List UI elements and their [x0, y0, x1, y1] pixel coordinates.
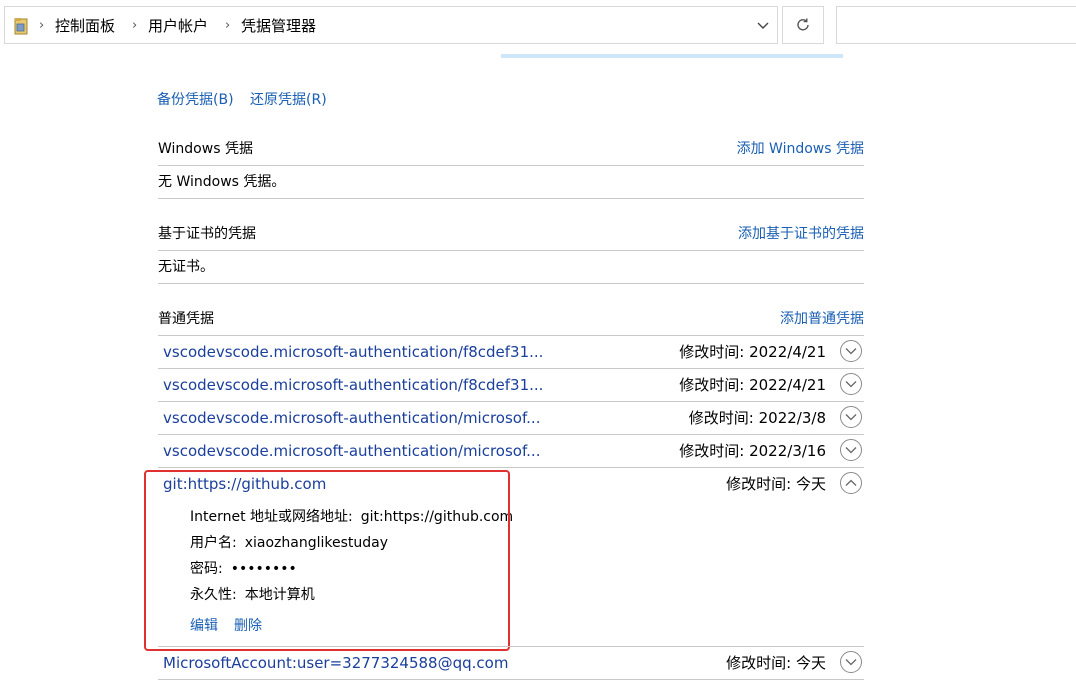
section-title: Windows 凭据: [158, 141, 253, 157]
credential-modified: 修改时间: 2022/3/16: [679, 442, 826, 460]
restore-credentials-link[interactable]: 还原凭据(R): [250, 91, 327, 109]
credential-name[interactable]: vscodevscode.microsoft-authentication/mi…: [163, 441, 540, 461]
expand-icon: [845, 348, 857, 355]
chevron-right-icon: ›: [132, 18, 138, 33]
folder-icon: [14, 18, 28, 35]
breadcrumb-user-accounts[interactable]: 用户帐户: [148, 17, 208, 35]
backup-credentials-link[interactable]: 备份凭据(B): [157, 91, 234, 109]
credential-modified: 修改时间: 今天: [726, 475, 826, 493]
credential-modified: 修改时间: 今天: [726, 654, 826, 672]
windows-credentials-empty: 无 Windows 凭据。: [158, 174, 286, 190]
scroll-remnant-bar: [501, 54, 843, 58]
credential-name[interactable]: vscodevscode.microsoft-authentication/f8…: [163, 342, 543, 362]
refresh-button[interactable]: [782, 6, 824, 44]
add-generic-credential-link[interactable]: 添加普通凭据: [780, 309, 864, 329]
collapse-icon: [845, 479, 857, 486]
add-certificate-credential-link[interactable]: 添加基于证书的凭据: [738, 224, 864, 244]
credential-row[interactable]: vscodevscode.microsoft-authentication/f8…: [158, 336, 864, 368]
generic-credentials-header: 普通凭据 添加普通凭据: [158, 309, 864, 329]
section-title: 基于证书的凭据: [158, 226, 256, 242]
expand-icon: [845, 381, 857, 388]
address-history-dropdown[interactable]: [748, 14, 778, 38]
credential-name[interactable]: vscodevscode.microsoft-authentication/mi…: [163, 408, 540, 428]
credential-row[interactable]: MicrosoftAccount:user=3277324588@qq.com …: [158, 647, 864, 679]
credential-row[interactable]: vscodevscode.microsoft-authentication/mi…: [158, 402, 864, 434]
expand-button[interactable]: [840, 340, 862, 362]
expand-button[interactable]: [840, 439, 862, 461]
expand-button[interactable]: [840, 406, 862, 428]
windows-credentials-header: Windows 凭据 添加 Windows 凭据: [158, 139, 864, 159]
section-title: 普通凭据: [158, 311, 214, 327]
credential-name[interactable]: MicrosoftAccount:user=3277324588@qq.com: [163, 653, 508, 673]
chevron-right-icon: ›: [39, 18, 45, 33]
refresh-icon: [797, 18, 809, 31]
highlight-annotation: [144, 470, 510, 651]
credential-row[interactable]: vscodevscode.microsoft-authentication/mi…: [158, 435, 864, 467]
divider: [158, 250, 864, 251]
expand-icon: [845, 659, 857, 666]
expand-icon: [845, 447, 857, 454]
credential-modified: 修改时间: 2022/4/21: [679, 376, 826, 394]
address-bar[interactable]: › 控制面板 › 用户帐户 › 凭据管理器: [4, 6, 778, 44]
chevron-right-icon: ›: [225, 18, 231, 33]
divider: [158, 679, 864, 680]
add-windows-credential-link[interactable]: 添加 Windows 凭据: [737, 139, 864, 159]
divider: [158, 165, 864, 166]
breadcrumb-control-panel[interactable]: 控制面板: [55, 17, 115, 35]
credential-row[interactable]: vscodevscode.microsoft-authentication/f8…: [158, 369, 864, 401]
expand-button[interactable]: [840, 651, 862, 673]
collapse-button[interactable]: [840, 472, 862, 494]
certificate-credentials-header: 基于证书的凭据 添加基于证书的凭据: [158, 224, 864, 244]
credential-name[interactable]: vscodevscode.microsoft-authentication/f8…: [163, 375, 543, 395]
credential-modified: 修改时间: 2022/3/8: [688, 409, 826, 427]
chevron-down-icon: [757, 22, 769, 29]
expand-icon: [845, 414, 857, 421]
breadcrumb-credential-manager[interactable]: 凭据管理器: [241, 17, 316, 35]
expand-button[interactable]: [840, 373, 862, 395]
certificate-credentials-empty: 无证书。: [158, 259, 214, 275]
search-input[interactable]: [836, 6, 1076, 44]
divider: [158, 198, 864, 199]
divider: [158, 283, 864, 284]
credential-modified: 修改时间: 2022/4/21: [679, 343, 826, 361]
